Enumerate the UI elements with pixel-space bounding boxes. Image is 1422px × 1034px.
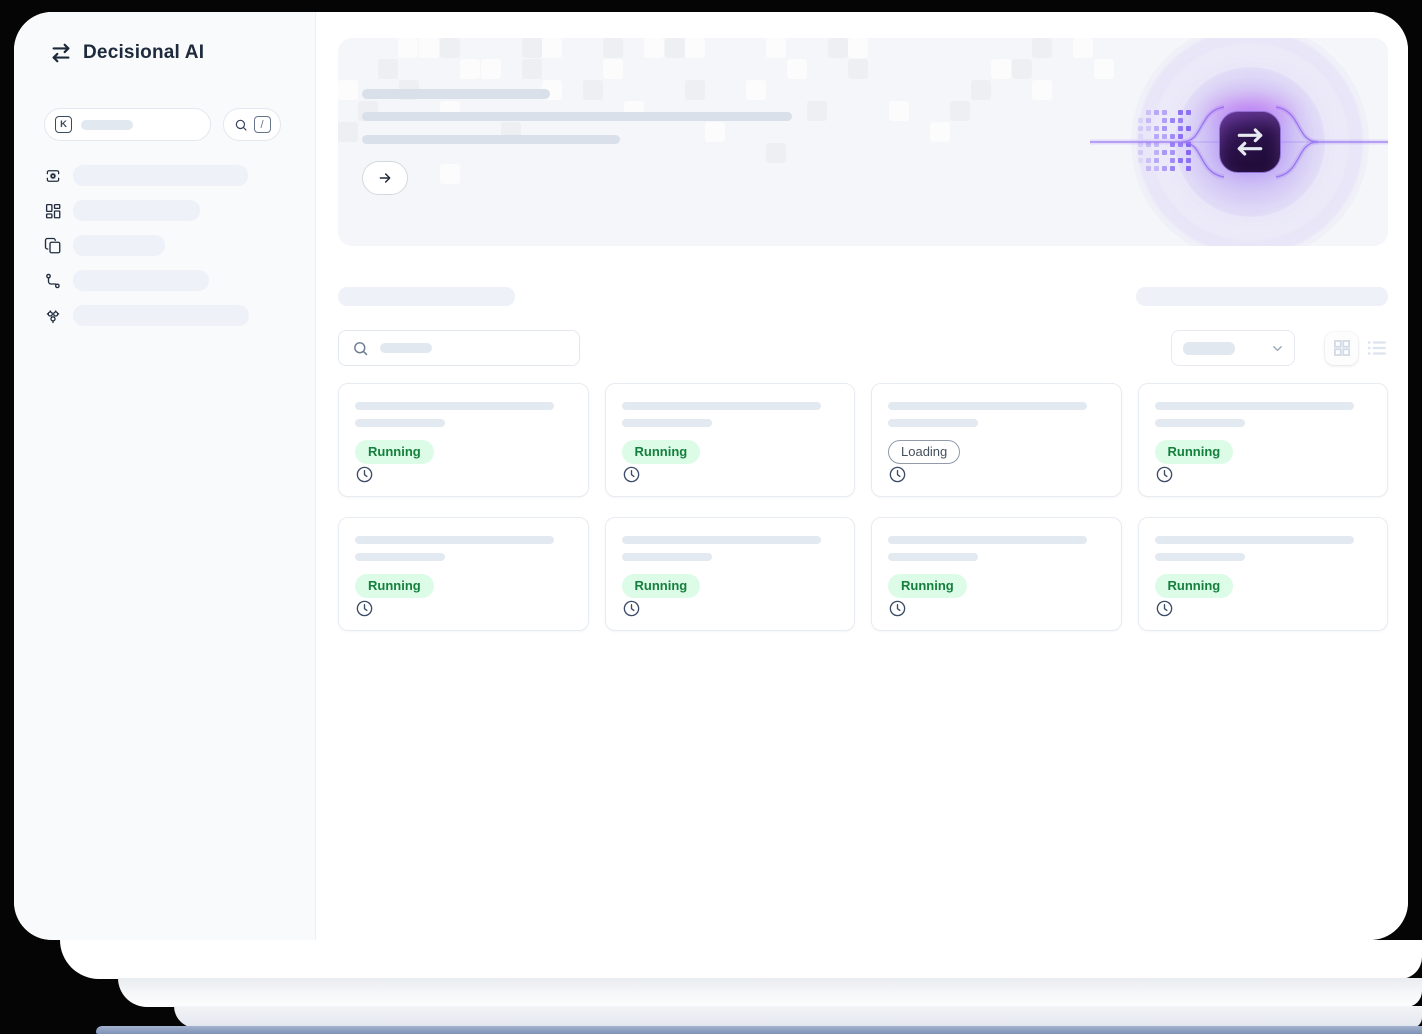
hero-banner xyxy=(338,38,1388,246)
clock-icon xyxy=(888,465,907,484)
dashboard-icon xyxy=(44,202,62,220)
server-cog-icon xyxy=(44,167,62,185)
skeleton-card-subtitle xyxy=(622,419,712,427)
clock-icon xyxy=(622,599,641,618)
arrow-right-icon xyxy=(377,170,393,186)
skeleton-section-meta xyxy=(1136,287,1388,306)
brand-title: Decisional AI xyxy=(83,42,204,64)
list-view-button[interactable] xyxy=(1366,337,1388,359)
skeleton-hero-line xyxy=(362,112,792,121)
clock-icon xyxy=(622,465,641,484)
skeleton-card-title xyxy=(355,402,554,410)
swap-arrows-icon xyxy=(50,42,72,64)
keycap-slash: / xyxy=(254,116,271,133)
skeleton-card-title xyxy=(622,536,821,544)
search-input[interactable] xyxy=(338,330,580,366)
skeleton-card-subtitle xyxy=(622,553,712,561)
sidebar-item-2[interactable] xyxy=(44,199,295,222)
skeleton-card-title xyxy=(355,536,554,544)
skeleton-select-value xyxy=(1183,342,1235,355)
documents-icon xyxy=(44,237,62,255)
sidebar: Decisional AI K / xyxy=(14,12,316,940)
toolbar-right xyxy=(1171,330,1388,366)
status-badge: Running xyxy=(622,440,701,464)
chevron-down-icon xyxy=(1270,341,1285,356)
skeleton-card-subtitle xyxy=(355,553,445,561)
workflow-card[interactable]: Running xyxy=(605,517,856,631)
sidebar-item-5[interactable] xyxy=(44,304,295,327)
route-icon xyxy=(44,272,62,290)
skeleton-card-subtitle xyxy=(888,419,978,427)
search-icon xyxy=(234,118,248,132)
grid-view-icon xyxy=(1332,338,1352,358)
skeleton-nav-label xyxy=(73,200,200,221)
status-badge: Running xyxy=(622,574,701,598)
components-icon xyxy=(44,307,62,325)
skeleton-section-title xyxy=(338,287,515,306)
keycap-k: K xyxy=(55,116,72,133)
skeleton-card-title xyxy=(888,536,1087,544)
cards-grid: Running Running Loading Running xyxy=(338,383,1388,631)
status-badge: Running xyxy=(355,440,434,464)
deck-layer-2 xyxy=(118,978,1422,1007)
filter-select[interactable] xyxy=(1171,330,1295,366)
deck-layer-3 xyxy=(174,1006,1422,1028)
skeleton-nav-label xyxy=(73,165,248,186)
sidebar-item-3[interactable] xyxy=(44,234,295,257)
workflow-card[interactable]: Running xyxy=(338,383,589,497)
page: { "brand": { "name": "Decisional AI", "l… xyxy=(0,0,1422,1034)
skeleton-nav-label xyxy=(73,305,249,326)
sidebar-search-row: K / xyxy=(44,108,295,141)
status-badge: Running xyxy=(1155,440,1234,464)
workflow-card[interactable]: Running xyxy=(1138,383,1389,497)
skeleton-search-placeholder xyxy=(81,120,133,130)
skeleton-nav-label xyxy=(73,235,165,256)
list-view-icon xyxy=(1366,337,1388,359)
skeleton-card-subtitle xyxy=(888,553,978,561)
clock-icon xyxy=(888,599,907,618)
workflow-card[interactable]: Running xyxy=(338,517,589,631)
sidebar-shortcut-button[interactable]: / xyxy=(223,108,281,141)
workflow-card[interactable]: Running xyxy=(871,517,1122,631)
skeleton-card-subtitle xyxy=(355,419,445,427)
workflow-card[interactable]: Running xyxy=(605,383,856,497)
sidebar-item-4[interactable] xyxy=(44,269,295,292)
swap-arrows-icon xyxy=(1234,126,1266,158)
skeleton-card-title xyxy=(888,402,1087,410)
app-window: Decisional AI K / xyxy=(14,12,1408,940)
search-icon xyxy=(352,340,369,357)
toolbar xyxy=(338,330,1388,366)
swap-squircle-logo xyxy=(1219,111,1281,173)
grid-view-button[interactable] xyxy=(1325,332,1358,365)
status-badge: Running xyxy=(1155,574,1234,598)
brand-logo: Decisional AI xyxy=(50,42,295,64)
clock-icon xyxy=(1155,599,1174,618)
skeleton-card-title xyxy=(1155,536,1354,544)
deck-edge xyxy=(96,1026,1422,1034)
status-badge: Running xyxy=(888,574,967,598)
skeleton-hero-title xyxy=(362,89,550,99)
skeleton-card-title xyxy=(622,402,821,410)
sidebar-search-input[interactable]: K xyxy=(44,108,211,141)
clock-icon xyxy=(355,599,374,618)
workflow-card[interactable]: Loading xyxy=(871,383,1122,497)
deck-layer-1 xyxy=(60,940,1422,979)
skeleton-card-subtitle xyxy=(1155,419,1245,427)
skeleton-nav-label xyxy=(73,270,209,291)
sidebar-nav xyxy=(44,164,295,327)
section-header xyxy=(338,287,1388,306)
skeleton-search-placeholder xyxy=(380,343,432,353)
clock-icon xyxy=(355,465,374,484)
skeleton-card-subtitle xyxy=(1155,553,1245,561)
skeleton-card-title xyxy=(1155,402,1354,410)
sidebar-item-1[interactable] xyxy=(44,164,295,187)
workflow-card[interactable]: Running xyxy=(1138,517,1389,631)
hero-cta-button[interactable] xyxy=(362,161,408,195)
clock-icon xyxy=(1155,465,1174,484)
status-badge: Running xyxy=(355,574,434,598)
main-content: Running Running Loading Running xyxy=(316,12,1408,940)
skeleton-hero-line xyxy=(362,135,620,144)
status-badge: Loading xyxy=(888,440,960,464)
